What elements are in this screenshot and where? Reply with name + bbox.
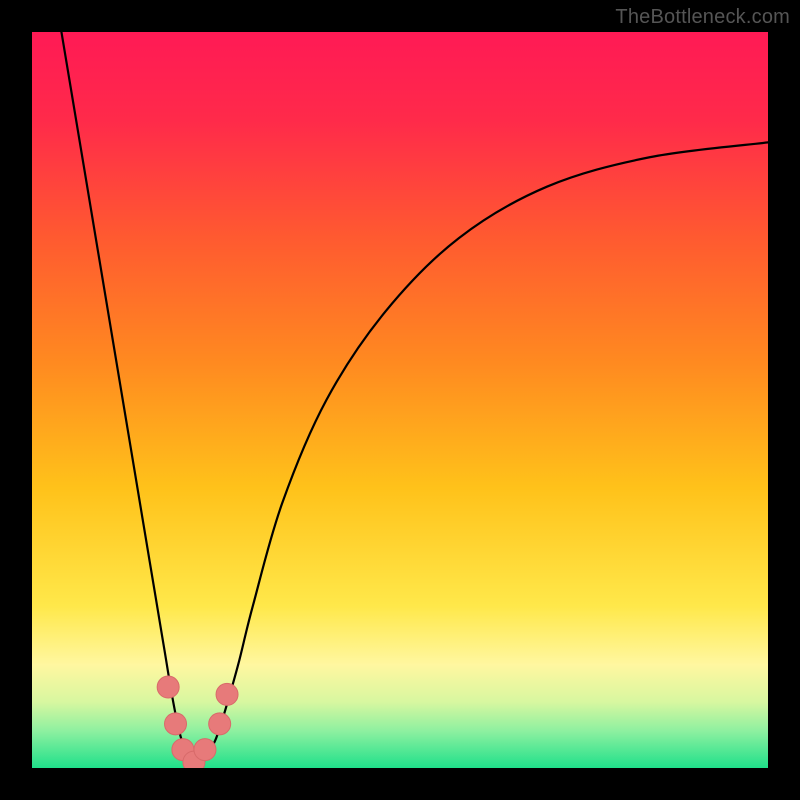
bottleneck-chart: [32, 32, 768, 768]
curve-marker: [165, 713, 187, 735]
curve-marker: [209, 713, 231, 735]
attribution-text: TheBottleneck.com: [615, 6, 790, 29]
gradient-background: [32, 32, 768, 768]
curve-marker: [216, 683, 238, 705]
plot-area: [32, 32, 768, 768]
curve-marker: [194, 739, 216, 761]
curve-marker: [157, 676, 179, 698]
outer-frame: TheBottleneck.com: [0, 0, 800, 800]
